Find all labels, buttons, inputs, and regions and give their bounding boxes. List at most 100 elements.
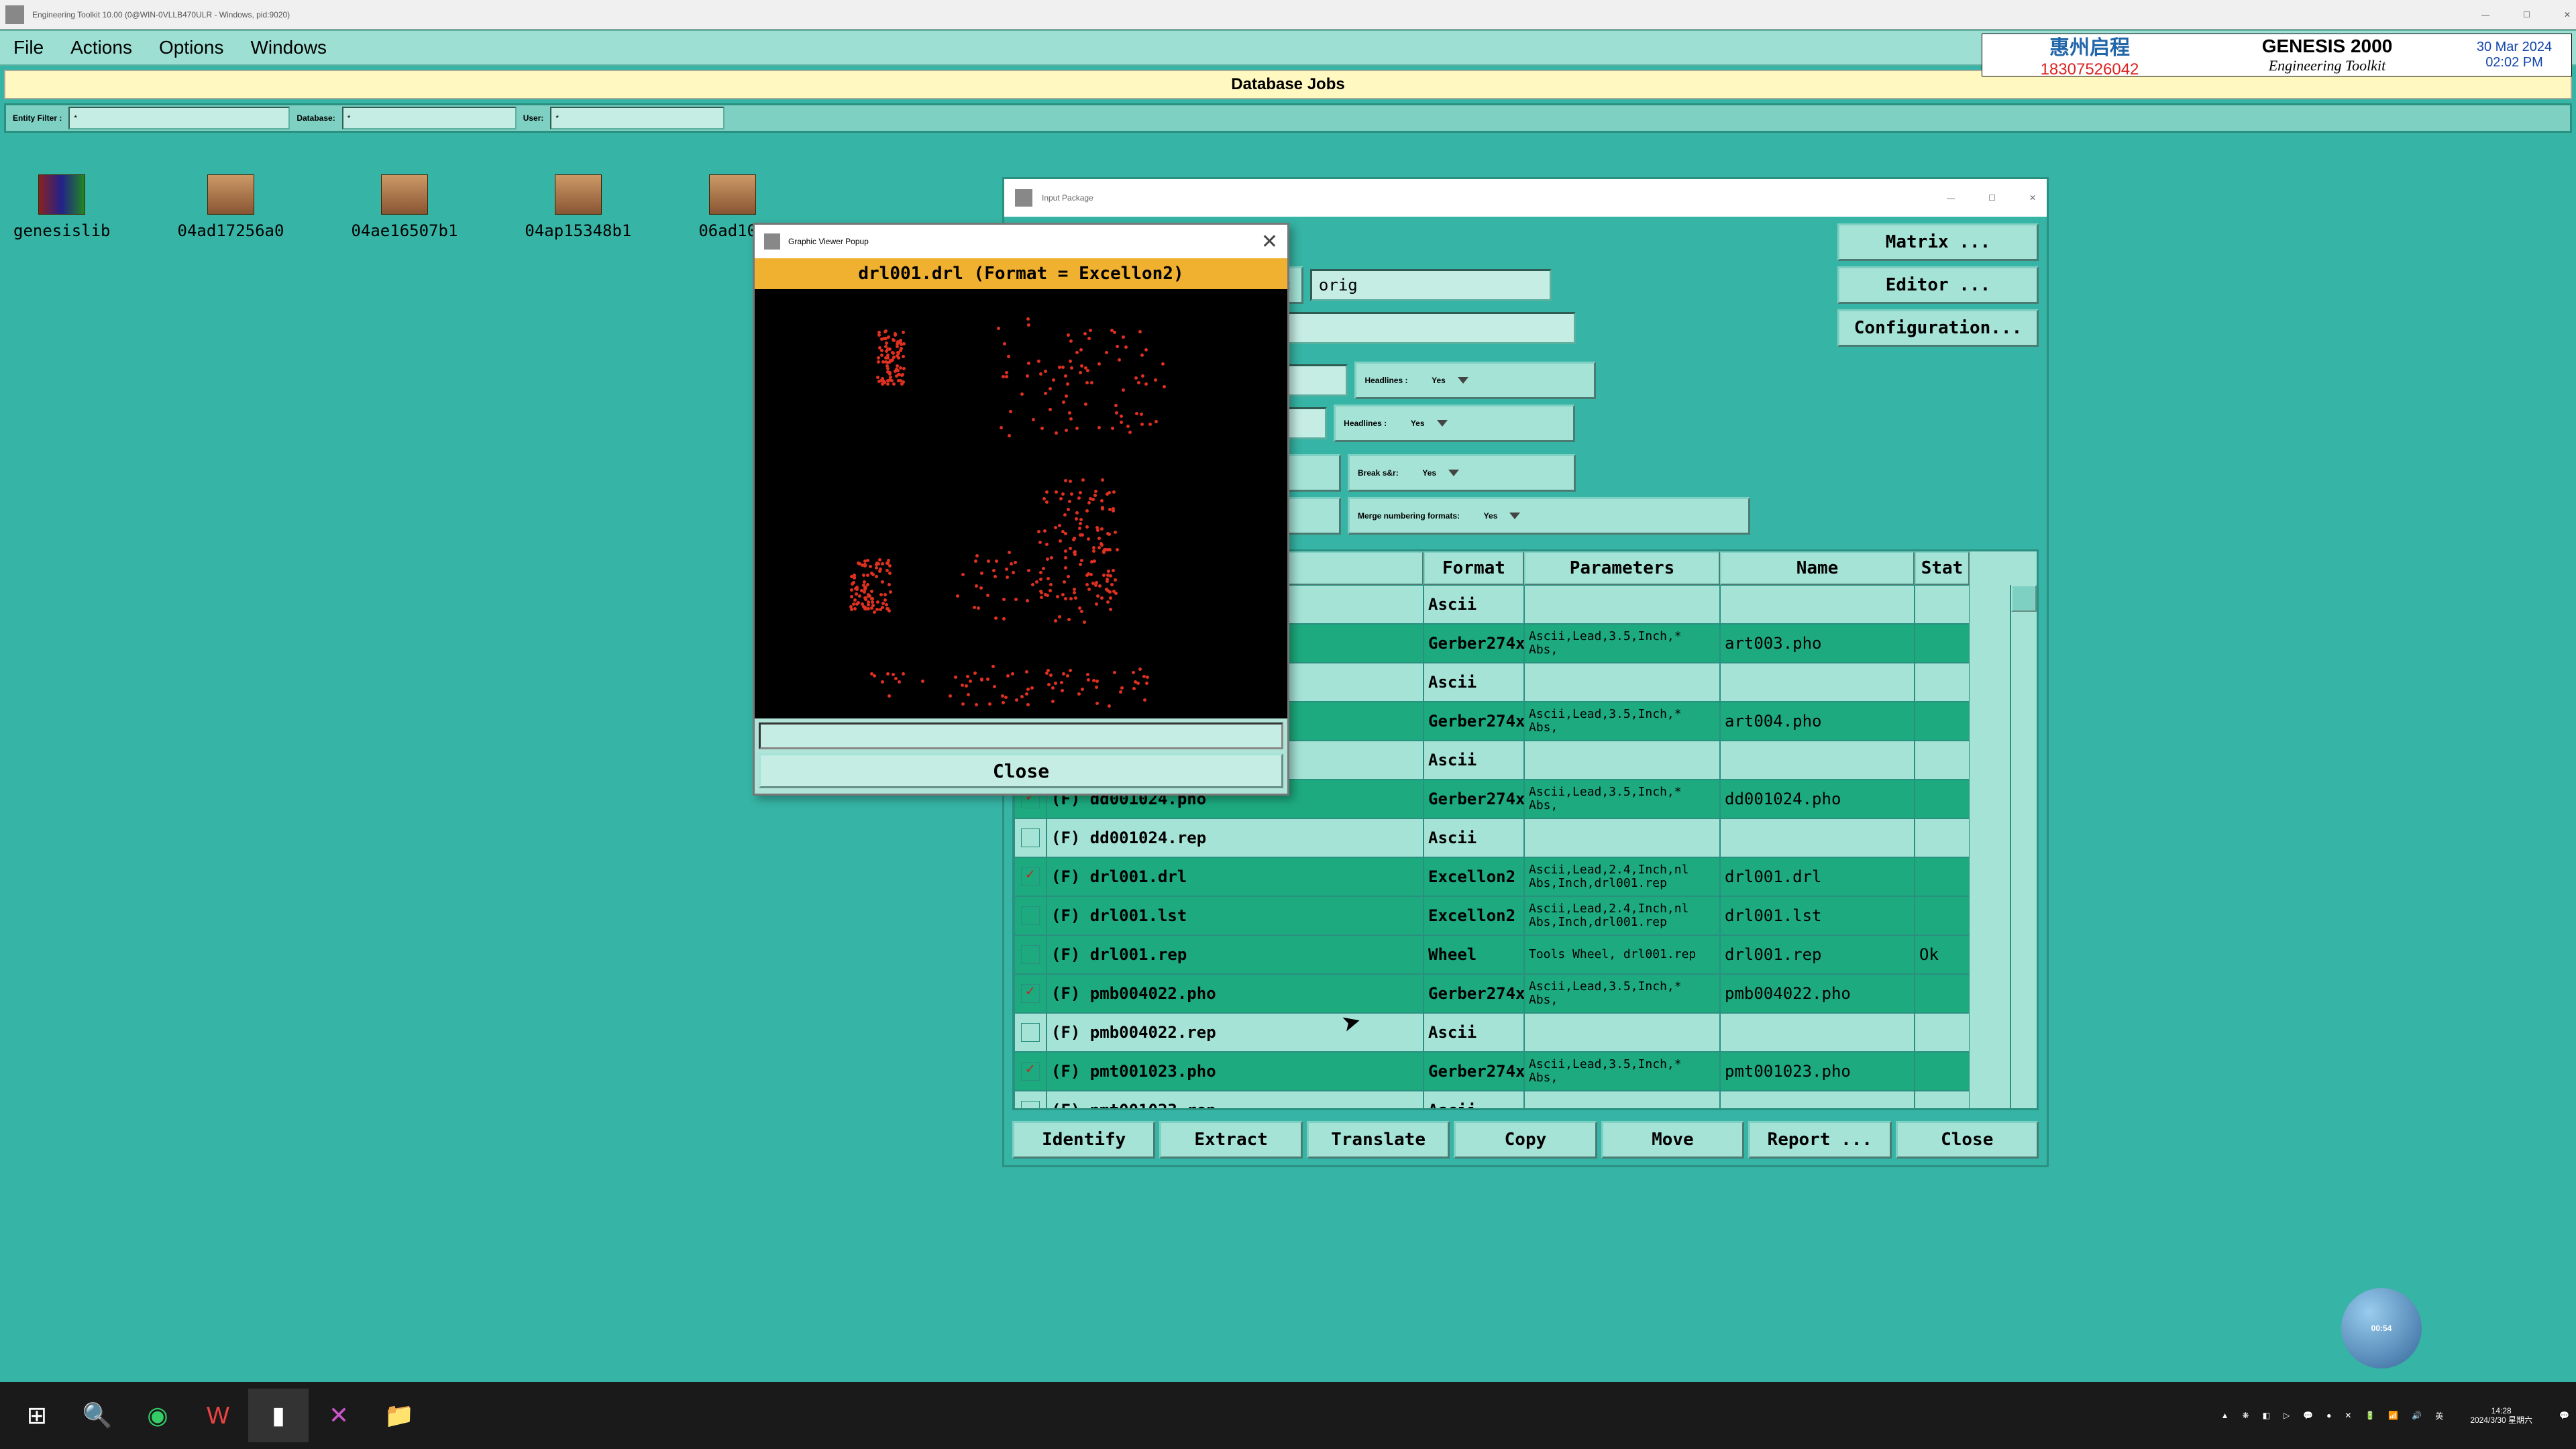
cell-file: (F) dd001024.rep — [1046, 818, 1424, 857]
recording-widget[interactable]: 00:54 — [2341, 1288, 2422, 1368]
icon-label: genesislib — [13, 221, 111, 240]
tray-icon[interactable]: ✕ — [2345, 1411, 2351, 1420]
database-input[interactable]: * — [342, 107, 517, 129]
menu-actions[interactable]: Actions — [70, 37, 132, 58]
app-icon — [764, 233, 780, 250]
row-checkbox[interactable] — [1021, 1023, 1040, 1042]
job-icon — [709, 174, 756, 215]
icon-label: 04ad17256a0 — [178, 221, 284, 240]
close-icon[interactable]: ✕ — [2564, 10, 2571, 19]
input-package-titlebar[interactable]: Input Package —☐✕ — [1004, 179, 2047, 217]
cell-format: Gerber274x — [1424, 780, 1524, 818]
button-row: Identify Extract Translate Copy Move Rep… — [1012, 1116, 2039, 1159]
cell-parameters: Ascii,Lead,3.5,Inch,* Abs, — [1524, 974, 1720, 1013]
cell-name — [1720, 585, 1915, 624]
gvp-title: Graphic Viewer Popup — [788, 237, 869, 246]
scrollbar-thumb[interactable] — [2011, 585, 2037, 612]
tray-icon[interactable]: 💬 — [2303, 1411, 2313, 1420]
close-icon[interactable]: ✕ — [1261, 230, 1278, 254]
step-input[interactable]: orig — [1310, 269, 1552, 301]
taskbar-clock[interactable]: 14:282024/3/30 星期六 — [2470, 1406, 2532, 1426]
extract-button[interactable]: Extract — [1159, 1121, 1302, 1159]
translate-button[interactable]: Translate — [1307, 1121, 1450, 1159]
editor-button[interactable]: Editor ... — [1837, 266, 2039, 304]
row-checkbox[interactable] — [1021, 945, 1040, 964]
table-row[interactable]: (F) pmb004022.pho Gerber274x Ascii,Lead,… — [1014, 974, 2037, 1013]
maximize-icon[interactable]: ☐ — [1988, 193, 1996, 203]
entity-filter-input[interactable]: * — [68, 107, 290, 129]
menu-options[interactable]: Options — [159, 37, 224, 58]
col-stat: Stat — [1915, 551, 1970, 585]
volume-icon[interactable]: 🔊 — [2412, 1411, 2422, 1420]
icon-label: 04ap15348b1 — [525, 221, 631, 240]
app-icon[interactable]: ✕ — [309, 1389, 369, 1442]
minimize-icon[interactable]: — — [2481, 10, 2489, 19]
col-format: Format — [1424, 551, 1524, 585]
merge-numbering-option[interactable]: Merge numbering formats: Yes — [1348, 497, 1750, 535]
headlines-2-option[interactable]: Headlines : Yes — [1334, 405, 1575, 442]
table-row[interactable]: (F) drl001.rep Wheel Tools Wheel, drl001… — [1014, 935, 2037, 974]
tray-icon[interactable]: ◧ — [2263, 1411, 2270, 1420]
cell-parameters — [1524, 818, 1720, 857]
configuration-button[interactable]: Configuration... — [1837, 309, 2039, 347]
tray-icon[interactable]: ● — [2326, 1411, 2331, 1420]
cell-stat — [1915, 780, 1970, 818]
identify-button[interactable]: Identify — [1012, 1121, 1155, 1159]
maximize-icon[interactable]: ☐ — [2523, 10, 2530, 19]
tray-icon[interactable]: ▷ — [2284, 1411, 2290, 1420]
explorer-icon[interactable]: 📁 — [369, 1389, 429, 1442]
job-icon — [381, 174, 428, 215]
cell-format: Ascii — [1424, 585, 1524, 624]
table-row[interactable]: (F) pmt001023.rep Ascii — [1014, 1091, 2037, 1108]
minimize-icon[interactable]: — — [1947, 193, 1955, 203]
matrix-button[interactable]: Matrix ... — [1837, 223, 2039, 261]
row-checkbox[interactable] — [1021, 1062, 1040, 1081]
scrollbar[interactable] — [2010, 585, 2037, 1108]
chevron-down-icon — [1458, 377, 1468, 384]
close-icon[interactable]: ✕ — [2029, 193, 2036, 203]
cell-format: Excellon2 — [1424, 857, 1524, 896]
headlines-1-option[interactable]: Headlines : Yes — [1354, 362, 1596, 399]
wifi-icon[interactable]: 📶 — [2388, 1411, 2398, 1420]
gvp-canvas[interactable] — [755, 289, 1287, 718]
edge-icon[interactable]: ◉ — [127, 1389, 188, 1442]
battery-icon[interactable]: 🔋 — [2365, 1411, 2375, 1420]
cell-format: Excellon2 — [1424, 896, 1524, 935]
start-button[interactable]: ⊞ — [7, 1389, 67, 1442]
move-button[interactable]: Move — [1601, 1121, 1744, 1159]
ime-indicator[interactable]: 英 — [2435, 1410, 2443, 1421]
notifications-icon[interactable]: 💬 — [2559, 1411, 2569, 1420]
menu-windows[interactable]: Windows — [250, 37, 327, 58]
tray-icon[interactable]: ▲ — [2221, 1411, 2229, 1420]
user-input[interactable]: * — [550, 107, 724, 129]
close-button[interactable]: Close — [1896, 1121, 2039, 1159]
cell-parameters: Tools Wheel, drl001.rep — [1524, 935, 1720, 974]
break-sr-option[interactable]: Break s&r: Yes — [1348, 454, 1576, 492]
row-checkbox[interactable] — [1021, 828, 1040, 847]
row-checkbox[interactable] — [1021, 1101, 1040, 1108]
copy-button[interactable]: Copy — [1454, 1121, 1597, 1159]
cell-name: dd001024.pho — [1720, 780, 1915, 818]
gvp-titlebar[interactable]: Graphic Viewer Popup ✕ — [755, 225, 1287, 258]
menu-file[interactable]: File — [13, 37, 44, 58]
desktop-job-icon[interactable]: 04ap15348b1 — [525, 174, 631, 240]
system-tray: ▲ ❋ ◧ ▷ 💬 ● ✕ 🔋 📶 🔊 英 14:282024/3/30 星期六… — [2221, 1406, 2569, 1426]
desktop-job-icon[interactable]: 04ad17256a0 — [178, 174, 284, 240]
wps-icon[interactable]: W — [188, 1389, 248, 1442]
library-icon — [38, 174, 85, 215]
desktop-job-icon[interactable]: genesislib — [13, 174, 111, 240]
gvp-close-button[interactable]: Close — [759, 753, 1283, 788]
row-checkbox[interactable] — [1021, 906, 1040, 925]
table-row[interactable]: (F) drl001.lst Excellon2 Ascii,Lead,2.4,… — [1014, 896, 2037, 935]
table-row[interactable]: (F) pmb004022.rep Ascii — [1014, 1013, 2037, 1052]
terminal-icon[interactable]: ▮ — [248, 1389, 309, 1442]
row-checkbox[interactable] — [1021, 984, 1040, 1003]
search-icon[interactable]: 🔍 — [67, 1389, 127, 1442]
report-button[interactable]: Report ... — [1748, 1121, 1891, 1159]
table-row[interactable]: (F) pmt001023.pho Gerber274x Ascii,Lead,… — [1014, 1052, 2037, 1091]
row-checkbox[interactable] — [1021, 867, 1040, 886]
desktop-job-icon[interactable]: 04ae16507b1 — [351, 174, 458, 240]
tray-icon[interactable]: ❋ — [2243, 1411, 2249, 1420]
table-row[interactable]: (F) dd001024.rep Ascii — [1014, 818, 2037, 857]
table-row[interactable]: (F) drl001.drl Excellon2 Ascii,Lead,2.4,… — [1014, 857, 2037, 896]
